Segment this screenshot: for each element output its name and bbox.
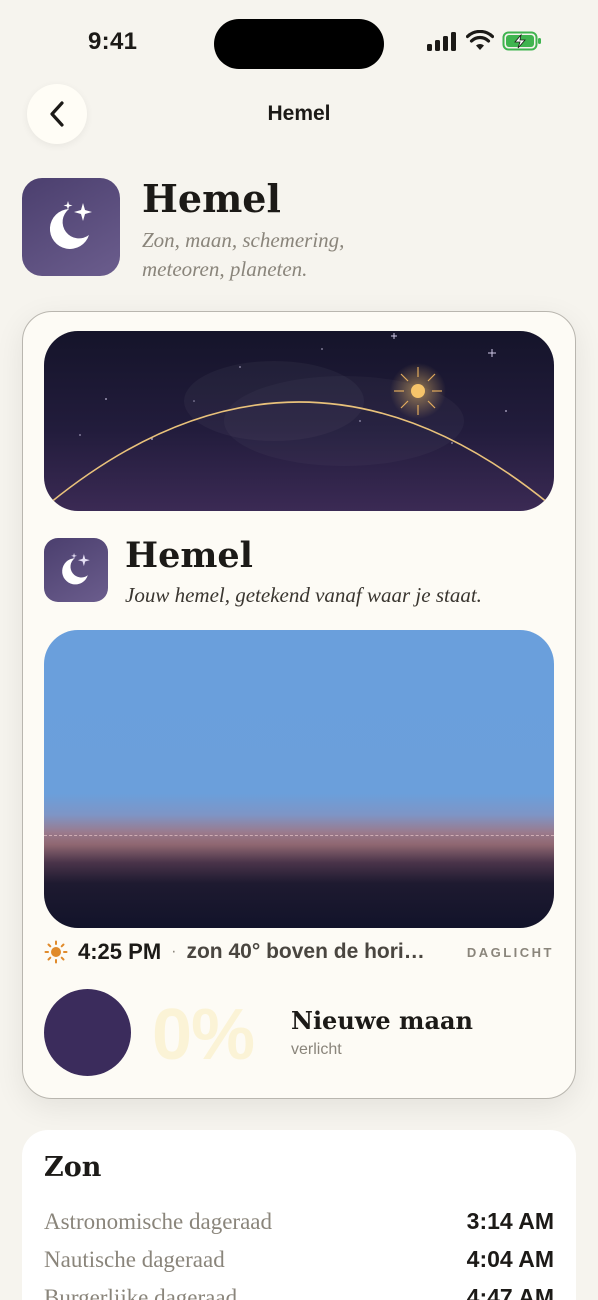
nav-title: Hemel <box>267 102 331 125</box>
live-sky-view <box>44 630 554 928</box>
sun-time-row: Burgerlijke dageraad 4:47 AM <box>44 1284 554 1300</box>
sun-time-value: 4:04 AM <box>466 1246 554 1272</box>
sun-time-row: Astronomische dageraad 3:14 AM <box>44 1208 554 1235</box>
horizon-line <box>44 835 554 836</box>
sun-time-value: 4:47 AM <box>466 1284 554 1300</box>
moon-stars-icon <box>62 552 90 585</box>
sun-status-row: 4:25 PM · zon 40° boven de horizon DAGLI… <box>44 938 554 966</box>
separator: · <box>171 943 177 960</box>
sun-arc-graphic <box>49 333 549 504</box>
app-subtitle: Zon, maan, schemering, meteoren, planete… <box>142 228 345 281</box>
sun-time-label: Burgerlijke dageraad <box>44 1285 238 1300</box>
app-title: Hemel <box>142 176 281 221</box>
status-time: 9:41 <box>88 28 138 55</box>
wifi-icon <box>466 30 494 50</box>
moon-phase-name: Nieuwe maan <box>291 1006 474 1035</box>
battery-charging-icon <box>502 31 541 51</box>
moon-illumination-percent: 0% <box>152 995 255 1075</box>
signal-icon <box>427 32 456 51</box>
sun-time: 4:25 PM <box>78 939 162 964</box>
sun-time-value: 3:14 AM <box>466 1208 554 1234</box>
sun-altitude-text: zon 40° boven de horizon <box>186 940 427 963</box>
sun-time-row: Nautische dageraad 4:04 AM <box>44 1246 554 1273</box>
moon-phase-disc <box>44 989 131 1076</box>
widget-subtitle: Jouw hemel, getekend vanaf waar je staat… <box>125 583 482 607</box>
widget-icon <box>44 538 108 602</box>
moon-illumination-label: verlicht <box>291 1041 342 1058</box>
status-icons <box>426 30 542 52</box>
sun-icon <box>44 940 68 964</box>
sky-hero-illustration <box>44 331 554 511</box>
dynamic-island <box>214 19 384 69</box>
app-icon <box>22 178 120 276</box>
sun-time-label: Nautische dageraad <box>44 1247 225 1272</box>
moon-stars-icon <box>49 201 92 249</box>
daylight-phase-label: DAGLICHT <box>466 944 554 960</box>
sun-times-title: Zon <box>44 1152 102 1183</box>
sun-time-label: Astronomische dageraad <box>44 1209 273 1234</box>
widget-title: Hemel <box>125 535 253 576</box>
